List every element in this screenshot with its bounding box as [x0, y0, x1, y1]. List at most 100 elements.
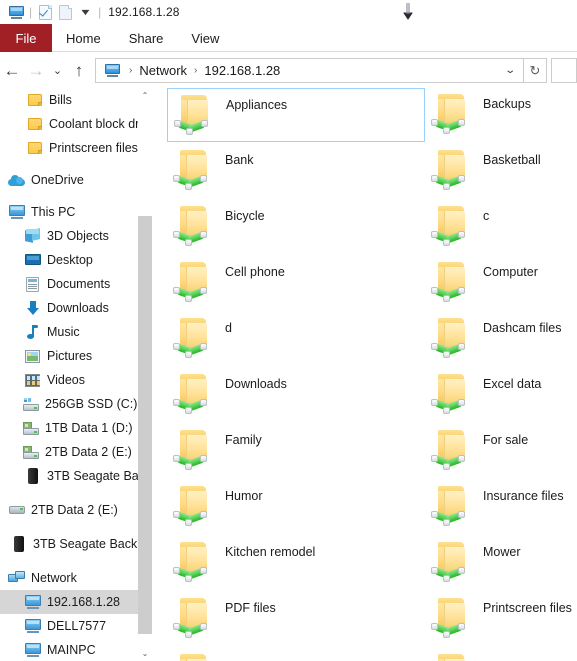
scroll-down-arrow-icon[interactable]: ⌄ [138, 646, 152, 661]
network-share-folder-icon [431, 651, 473, 661]
sidebar-item-coolant-block-dr[interactable]: Coolant block dr [0, 112, 152, 136]
sidebar-item-network[interactable]: Network [0, 566, 152, 590]
sidebar-item-3tb-seagate-backu[interactable]: 3TB Seagate Backu [0, 532, 152, 556]
file-list-item[interactable]: Humor [167, 480, 425, 534]
sidebar-item-mainpc[interactable]: MAINPC [0, 638, 152, 661]
network-share-folder-icon [173, 203, 215, 246]
file-list-item[interactable] [425, 648, 577, 661]
sidebar-item-256gb-ssd-c[interactable]: 256GB SSD (C:) [0, 392, 152, 416]
sidebar-item-desktop[interactable]: Desktop [0, 248, 152, 272]
sidebar-item-music[interactable]: Music [0, 320, 152, 344]
sidebar-item-label: Desktop [47, 253, 93, 267]
file-list-item[interactable]: PDF files [167, 592, 425, 646]
sidebar-scrollbar[interactable]: ⌃ ⌄ [138, 88, 152, 661]
up-button[interactable]: ↑ [67, 58, 91, 84]
file-list-item[interactable]: Bicycle [167, 200, 425, 254]
file-list-item[interactable] [167, 648, 425, 661]
file-list-item[interactable]: Kitchen remodel [167, 536, 425, 590]
breadcrumb-network[interactable]: Network [139, 63, 187, 78]
folder-icon [26, 140, 43, 157]
file-list-view[interactable]: Appliances Backups Bank Basketball Bicycle c C… [153, 88, 577, 661]
breadcrumb-host[interactable]: 192.168.1.28 [204, 63, 280, 78]
flat-drive-icon [8, 502, 25, 519]
this-pc-icon[interactable] [6, 2, 26, 22]
network-share-folder-icon [431, 595, 473, 638]
sidebar-item-192-168-1-28[interactable]: 192.168.1.28 [0, 590, 152, 614]
recent-locations-chevron-icon[interactable]: ⌄ [48, 58, 67, 84]
network-share-folder-icon [431, 91, 473, 134]
external-drive-icon [24, 468, 41, 485]
network-share-folder-icon [173, 483, 215, 526]
forward-button[interactable]: → [24, 58, 48, 84]
sidebar-item-label: This PC [31, 205, 76, 219]
file-list-item[interactable]: Dashcam files [425, 312, 577, 366]
file-name-label: Appliances [226, 98, 288, 112]
file-list-item[interactable]: Excel data [425, 368, 577, 422]
computer-icon [24, 642, 41, 659]
sidebar-item-downloads[interactable]: Downloads [0, 296, 152, 320]
properties-icon[interactable] [35, 2, 55, 22]
network-share-folder-icon [431, 483, 473, 526]
file-list-item[interactable]: Insurance files [425, 480, 577, 534]
network-share-folder-icon [173, 651, 215, 661]
search-input[interactable] [551, 58, 577, 83]
new-folder-icon[interactable] [55, 2, 75, 22]
network-share-folder-icon [173, 371, 215, 414]
sidebar-item-this-pc[interactable]: This PC [0, 200, 152, 224]
address-dropdown-chevron-icon[interactable]: ⌄ [491, 65, 528, 76]
file-list-item[interactable]: Bank [167, 144, 425, 198]
file-name-label: Basketball [483, 153, 541, 167]
tab-file[interactable]: File [0, 24, 52, 52]
scrollbar-thumb[interactable] [138, 216, 152, 634]
sidebar-item-label: Documents [47, 277, 111, 291]
file-list-item[interactable]: Mower [425, 536, 577, 590]
sidebar-item-onedrive[interactable]: OneDrive [0, 168, 152, 192]
network-share-folder-icon [173, 259, 215, 302]
sidebar-item-label: 192.168.1.28 [47, 595, 120, 609]
breadcrumb-computer-icon[interactable] [102, 61, 122, 81]
address-bar: ← → ⌄ ↑ › Network › 192.168.1.28 ⌄ ↻ [0, 53, 577, 88]
qa-divider-2: | [98, 5, 102, 19]
sidebar-item-3d-objects[interactable]: 3D Objects [0, 224, 152, 248]
3d-objects-icon [24, 227, 41, 245]
network-share-folder-icon [173, 315, 215, 358]
sidebar-item-pictures[interactable]: Pictures [0, 344, 152, 368]
breadcrumb[interactable]: › Network › 192.168.1.28 ⌄ [95, 58, 524, 83]
breadcrumb-separator-1: › [129, 65, 133, 76]
sidebar-item-2tb-data-2-e[interactable]: 2TB Data 2 (E:) [0, 498, 152, 522]
sidebar-item-dell7577[interactable]: DELL7577 [0, 614, 152, 638]
network-share-folder-icon [173, 595, 215, 638]
file-name-label: Dashcam files [483, 321, 562, 335]
sidebar-item-documents[interactable]: Documents [0, 272, 152, 296]
file-list-item[interactable]: For sale [425, 424, 577, 478]
scroll-up-arrow-icon[interactable]: ⌃ [138, 88, 152, 103]
network-share-folder-icon [173, 539, 215, 582]
tab-home[interactable]: Home [52, 24, 115, 52]
file-list-item[interactable]: Basketball [425, 144, 577, 198]
customize-chevron-icon[interactable]: ▼ [75, 2, 95, 22]
tab-share[interactable]: Share [115, 24, 178, 52]
file-list-item[interactable]: Appliances [167, 88, 425, 142]
sidebar-item-printscreen-files[interactable]: Printscreen files [0, 136, 152, 160]
ribbon-tabs: File Home Share View [0, 24, 577, 52]
file-list-item[interactable]: Downloads [167, 368, 425, 422]
sidebar-item-1tb-data-1-d[interactable]: 1TB Data 1 (D:) [0, 416, 152, 440]
file-name-label: Kitchen remodel [225, 545, 316, 559]
sidebar-item-2tb-data-2-e[interactable]: 2TB Data 2 (E:) [0, 440, 152, 464]
file-list-item[interactable]: Backups [425, 88, 577, 142]
file-list-item[interactable]: Family [167, 424, 425, 478]
sidebar-item-label: Videos [47, 373, 85, 387]
file-list-item[interactable]: Computer [425, 256, 577, 310]
file-list-item[interactable]: d [167, 312, 425, 366]
ssd-drive-icon [22, 396, 39, 413]
sidebar-item-videos[interactable]: Videos [0, 368, 152, 392]
sidebar-item-3tb-seagate-bac[interactable]: 3TB Seagate Bac [0, 464, 152, 488]
file-list-item[interactable]: c [425, 200, 577, 254]
tab-view[interactable]: View [177, 24, 233, 52]
sidebar-item-bills[interactable]: Bills [0, 88, 152, 112]
file-list-item[interactable]: Printscreen files [425, 592, 577, 646]
back-button[interactable]: ← [0, 58, 24, 84]
file-list-item[interactable]: Cell phone [167, 256, 425, 310]
videos-icon [24, 372, 41, 389]
